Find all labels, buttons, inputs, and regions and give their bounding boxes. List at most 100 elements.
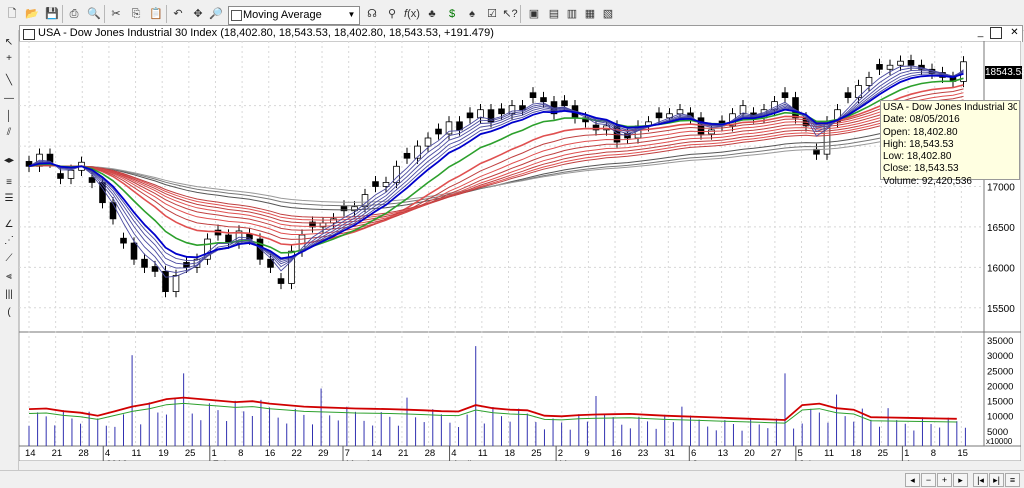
x-tick-label: 20 [744,448,755,459]
close-button[interactable]: ✕ [1008,27,1021,39]
person-icon[interactable]: ⚲ [384,6,400,22]
menu-icon[interactable]: ≡ [1005,473,1020,487]
chevron-down-icon[interactable]: ▼ [345,8,358,21]
zoom-in-icon[interactable]: + [937,473,952,487]
maximize-button[interactable] [990,27,1002,39]
volume-tick-label: 10000 [987,412,1013,423]
speed-lines-icon[interactable]: ⟋ [1,252,17,266]
x-tick-label: 5 [798,448,803,459]
candle-body [435,128,442,135]
windows-cascade-icon[interactable]: ▣ [526,6,542,22]
channel-icon[interactable]: ◂▸ [1,154,17,168]
x-tick-label: 11 [824,448,834,459]
tooltip-date: Date: 08/05/2016 [883,114,960,126]
x-tick-label: 29 [318,448,329,459]
candle-body [67,169,75,179]
scroll-left-icon[interactable]: ◂ [905,473,920,487]
tile-horizontal-icon[interactable]: ▥ [564,6,580,22]
undo-icon[interactable]: ↶ [170,6,186,22]
volume-tick-label: 15000 [987,397,1013,408]
candle-body [781,92,789,98]
alerts-icon[interactable]: ♠ [464,6,480,22]
candle-body [424,137,432,147]
vertical-line-icon[interactable]: │ [1,110,17,124]
zoom-out-icon[interactable]: − [921,473,936,487]
tile-grid-icon[interactable]: ▦ [582,6,598,22]
x-tick-label: 21 [398,448,409,459]
x-tick-label: 14 [371,448,382,459]
x-tick-label: 2 [558,448,563,459]
print-preview-icon[interactable]: 🔍 [86,6,102,22]
money-icon[interactable]: $ [444,6,460,22]
candle-body [655,112,663,119]
candle-body [865,76,873,86]
tooltip-volume: Volume: 92,420,536 [883,175,972,187]
indicator-select[interactable]: Moving Average ▼ [228,6,360,25]
cut-icon[interactable]: ✂ [108,6,124,22]
draw-tools-icon[interactable]: ♣ [424,6,440,22]
tile-vertical-icon[interactable]: ▧ [600,6,616,22]
x-tick-label: 18 [851,448,862,459]
horizontal-line-icon[interactable]: — [1,92,17,106]
chart-window-titlebar: USA - Dow Jones Industrial 30 Index (18,… [19,25,1023,42]
candle-body [844,92,852,98]
gann-fan-icon[interactable]: ⋰ [1,234,17,248]
crosshair-tool-icon[interactable]: + [1,52,17,66]
candle-body [498,108,505,115]
x-tick-label: 13 [718,448,729,459]
first-page-icon[interactable]: |◂ [973,473,988,487]
crosshair-icon[interactable]: ✥ [190,6,206,22]
y-tick-label: 16000 [987,263,1015,274]
candle-body [120,237,127,244]
x-tick-label: 18 [504,448,515,459]
x-tick-label: 14 [25,448,36,459]
help-cursor-icon[interactable]: ↖? [502,6,518,22]
formula-icon[interactable]: f (x) [404,6,420,22]
tooltip-open: Open: 18,402.80 [883,126,958,138]
x-tick-label: 11 [132,448,142,459]
x-tick-label: 6 [691,448,696,459]
cycle-lines-icon[interactable]: ||| [1,288,17,302]
minimize-button[interactable]: _ [974,27,987,39]
month-label: March [346,459,372,461]
x-tick-label: 16 [611,448,622,459]
x-tick-label: 31 [664,448,675,459]
candle-body [466,112,474,119]
volume-tick-label: 25000 [987,366,1013,377]
candle-body [414,145,421,159]
fibonacci-icon[interactable]: ≡ [1,176,17,190]
new-file-icon[interactable]: 🗋 [4,6,20,22]
print-icon[interactable]: ⎙ [66,6,82,22]
candle-body [141,258,148,268]
candle-body [886,64,894,70]
parallel-lines-icon[interactable]: ⫽ [1,126,17,140]
candle-body [529,92,537,98]
scroll-right-icon[interactable]: ▸ [953,473,968,487]
pitchfork-icon[interactable]: ⫷ [1,270,17,284]
copy-icon[interactable]: ⎘ [128,6,144,22]
gann-angle-icon[interactable]: ∠ [1,218,17,232]
arc-icon[interactable]: ( [1,306,17,320]
month-label: August [905,459,935,461]
tooltip-low: Low: 18,402.80 [883,151,952,163]
open-folder-icon[interactable]: 📂 [24,6,40,22]
cursor-icon[interactable]: ↖ [1,36,17,50]
candle-body [130,242,138,260]
volume-tick-label: 20000 [987,381,1013,392]
last-page-icon[interactable]: ▸| [989,473,1004,487]
save-icon[interactable]: 💾 [44,6,60,22]
candle-body [855,85,862,98]
candle-body [151,266,159,272]
check-icon[interactable]: ☑ [484,6,500,22]
zoom-icon[interactable]: 🔎 [208,6,224,22]
trend-line-icon[interactable]: ╲ [1,74,17,88]
tile-window-icon[interactable]: ▤ [546,6,562,22]
candle-body [277,278,285,284]
paste-icon[interactable]: 📋 [148,6,164,22]
x-tick-label: 9 [584,448,589,459]
x-tick-label: 21 [52,448,63,459]
chart-area[interactable]: 1550016000165001700017500180001421284111… [19,41,1021,461]
chart-window-title: USA - Dow Jones Industrial 30 Index (18,… [38,27,494,39]
fib-extension-icon[interactable]: ☰ [1,192,17,206]
watch-icon[interactable]: ☊ [364,6,380,22]
